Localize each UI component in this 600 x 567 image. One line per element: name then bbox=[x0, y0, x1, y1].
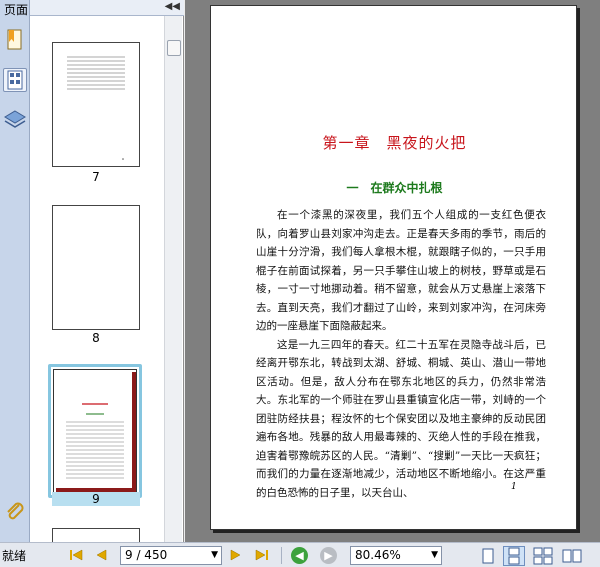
navigation-icon-strip bbox=[0, 0, 30, 542]
chevron-down-icon[interactable]: ▼ bbox=[211, 547, 218, 564]
zoom-field[interactable]: 80.46% ▼ bbox=[350, 546, 442, 565]
toolbar-separator bbox=[281, 547, 282, 564]
facing-view-icon[interactable] bbox=[532, 546, 554, 566]
page-thumbnails-pane: 页面 ◀◀ 7 8 9 bbox=[4, 0, 184, 548]
paragraph: 在一个漆黑的深夜里，我们五个人组成的一支红色便衣队，向着罗山县刘家冲沟走去。正是… bbox=[256, 209, 546, 332]
continuous-view-icon[interactable] bbox=[503, 546, 525, 566]
scrollbar-thumb[interactable] bbox=[167, 40, 181, 56]
layers-icon[interactable] bbox=[3, 108, 27, 132]
status-bar: 就绪 9 / 450 ▼ ◀ ▶ 80.46% ▼ bbox=[0, 542, 600, 567]
go-back-icon[interactable]: ◀ bbox=[291, 547, 308, 564]
chevron-down-icon[interactable]: ▼ bbox=[431, 547, 438, 564]
document-view[interactable]: 第一章 黑夜的火把 一 在群众中扎根 在一个漆黑的深夜里，我们五个人组成的一支红… bbox=[185, 0, 600, 542]
attachments-icon[interactable] bbox=[3, 500, 27, 524]
collapse-pane-icon[interactable]: ◀◀ bbox=[165, 1, 180, 12]
single-page-view-icon[interactable] bbox=[477, 546, 499, 566]
document-page: 第一章 黑夜的火把 一 在群众中扎根 在一个漆黑的深夜里，我们五个人组成的一支红… bbox=[210, 5, 577, 530]
zoom-value: 80.46% bbox=[355, 548, 401, 562]
page-thumbnails-icon[interactable] bbox=[3, 68, 27, 92]
thumbnail-label-9: 9 bbox=[52, 492, 140, 506]
page-thumbnail-9[interactable] bbox=[53, 369, 137, 493]
last-page-icon[interactable] bbox=[254, 548, 270, 562]
page-number-field[interactable]: 9 / 450 ▼ bbox=[120, 546, 222, 565]
selected-thumbnail-frame[interactable] bbox=[48, 364, 142, 498]
nav-pane-title: 页面 bbox=[4, 3, 29, 17]
thumbnail-label-7: 7 bbox=[92, 170, 100, 184]
thumbnails-scrollbar[interactable] bbox=[164, 16, 182, 542]
chapter-title: 第一章 黑夜的火把 bbox=[322, 134, 467, 152]
body-text: 在一个漆黑的深夜里，我们五个人组成的一支红色便衣队，向着罗山县刘家冲沟走去。正是… bbox=[256, 206, 546, 502]
status-text: 就绪 bbox=[2, 549, 27, 563]
page-thumbnail-8[interactable] bbox=[52, 205, 140, 330]
go-forward-icon[interactable]: ▶ bbox=[320, 547, 337, 564]
page-number-value: 9 / 450 bbox=[125, 548, 168, 562]
paragraph: 这是一九三四年的春天。红二十五军在灵隐寺战斗后，已经离开鄂东北，转战到太湖、舒城… bbox=[256, 338, 546, 499]
page-number: 1 bbox=[511, 482, 517, 492]
next-page-icon[interactable] bbox=[227, 548, 243, 562]
page-thumbnail-7[interactable] bbox=[52, 42, 140, 167]
thumbnail-label-8: 8 bbox=[92, 331, 100, 345]
first-page-icon[interactable] bbox=[68, 548, 84, 562]
continuous-facing-view-icon[interactable] bbox=[561, 546, 583, 566]
section-title: 一 在群众中扎根 bbox=[346, 181, 443, 195]
bookmarks-icon[interactable] bbox=[3, 28, 27, 52]
nav-pane-header: 页面 ◀◀ bbox=[4, 0, 184, 17]
previous-page-icon[interactable] bbox=[94, 548, 110, 562]
